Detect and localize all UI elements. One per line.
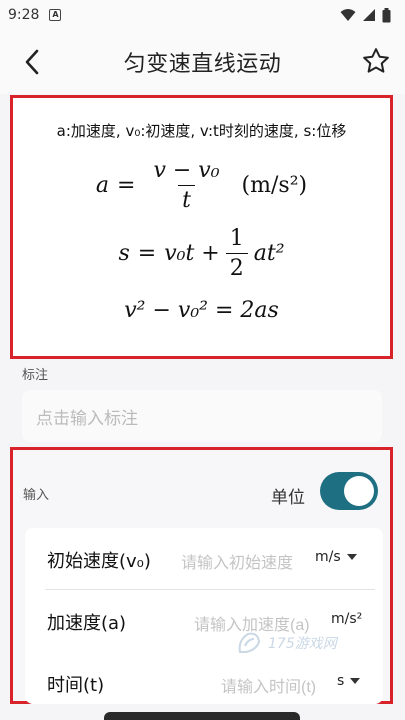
row-label: 时间(t) <box>47 675 105 696</box>
variable-legend: a:加速度, v₀:初速度, v:t时刻的速度, s:位移 <box>56 122 347 140</box>
watermark-text: 175游戏网 <box>268 636 337 652</box>
formula1-numerator: v − v₀ <box>153 158 220 183</box>
formula1-lhs: a <box>95 173 109 198</box>
input-section: 输入 单位 初始速度(v₀) 请输入初始速度 m/s 加速度(a) 请输入加速度… <box>10 447 393 704</box>
back-button[interactable] <box>16 46 48 78</box>
status-bar: 9:28 A <box>0 0 405 30</box>
input-row-time: 时间(t) 请输入时间(t) s <box>25 654 383 712</box>
notification-icon: A <box>49 9 62 21</box>
unit-toggle-label: 单位 <box>271 488 305 508</box>
time-input[interactable]: 请输入时间(t) <box>221 673 316 697</box>
battery-icon <box>382 7 391 22</box>
favorite-button[interactable] <box>359 44 393 78</box>
formula2-term1: v₀t + <box>164 241 220 266</box>
chevron-left-icon <box>25 49 39 75</box>
acceleration-unit: m/s² <box>331 611 362 627</box>
formula1-unit: (m/s²) <box>241 173 308 198</box>
note-label: 标注 <box>22 368 49 383</box>
caret-down-icon <box>346 554 357 560</box>
formula-displacement: s = v₀t + 1 2 at² <box>13 226 390 281</box>
signal-icon <box>363 9 375 21</box>
formula2-fraction: 1 2 <box>225 226 248 281</box>
unit-value: s <box>337 673 345 689</box>
page-title: 匀变速直线运动 <box>123 52 282 77</box>
wifi-icon <box>340 9 356 21</box>
formula2-frac-den: 2 <box>225 253 248 281</box>
formula2-lhs: s <box>118 241 130 266</box>
initial-velocity-input[interactable]: 请输入初始速度 <box>181 549 293 573</box>
unit-value: m/s <box>315 549 341 565</box>
navigation-bar: 匀变速直线运动 <box>0 30 405 94</box>
unit-value: m/s² <box>331 611 363 627</box>
watermark-logo-icon <box>238 632 261 653</box>
row-label: 初始速度(v₀) <box>47 551 151 572</box>
equals-sign: = <box>137 241 157 266</box>
initial-velocity-unit-dropdown[interactable]: m/s <box>315 549 357 565</box>
toggle-knob <box>344 476 374 506</box>
bottom-sheet-handle[interactable] <box>104 712 300 720</box>
formula2-frac-num: 1 <box>229 226 244 251</box>
formula-velocity-squared: v² − v₀² = 2as <box>124 298 279 323</box>
unit-toggle[interactable] <box>320 472 378 510</box>
formula-acceleration: a = v − v₀ t (m/s²) <box>13 158 390 213</box>
time-unit-dropdown[interactable]: s <box>337 673 361 689</box>
formula1-fraction: v − v₀ t <box>149 158 223 213</box>
row-divider <box>45 589 375 590</box>
formula-card: a:加速度, v₀:初速度, v:t时刻的速度, s:位移 a = v − v₀… <box>10 95 393 359</box>
row-label: 加速度(a) <box>47 613 127 634</box>
watermark: 175游戏网 <box>236 626 366 660</box>
input-row-initial-velocity: 初始速度(v₀) 请输入初始速度 m/s <box>25 530 383 588</box>
formula1-denominator: t <box>178 185 195 213</box>
input-rows: 初始速度(v₀) 请输入初始速度 m/s 加速度(a) 请输入加速度(a) m/… <box>25 528 383 704</box>
input-section-label: 输入 <box>23 488 50 503</box>
note-input[interactable]: 点击输入标注 <box>22 390 382 442</box>
caret-down-icon <box>350 678 361 684</box>
star-icon <box>363 48 389 73</box>
equals-sign: = <box>117 173 136 198</box>
formula2-term2: at² <box>253 241 285 266</box>
status-time: 9:28 <box>8 7 40 23</box>
